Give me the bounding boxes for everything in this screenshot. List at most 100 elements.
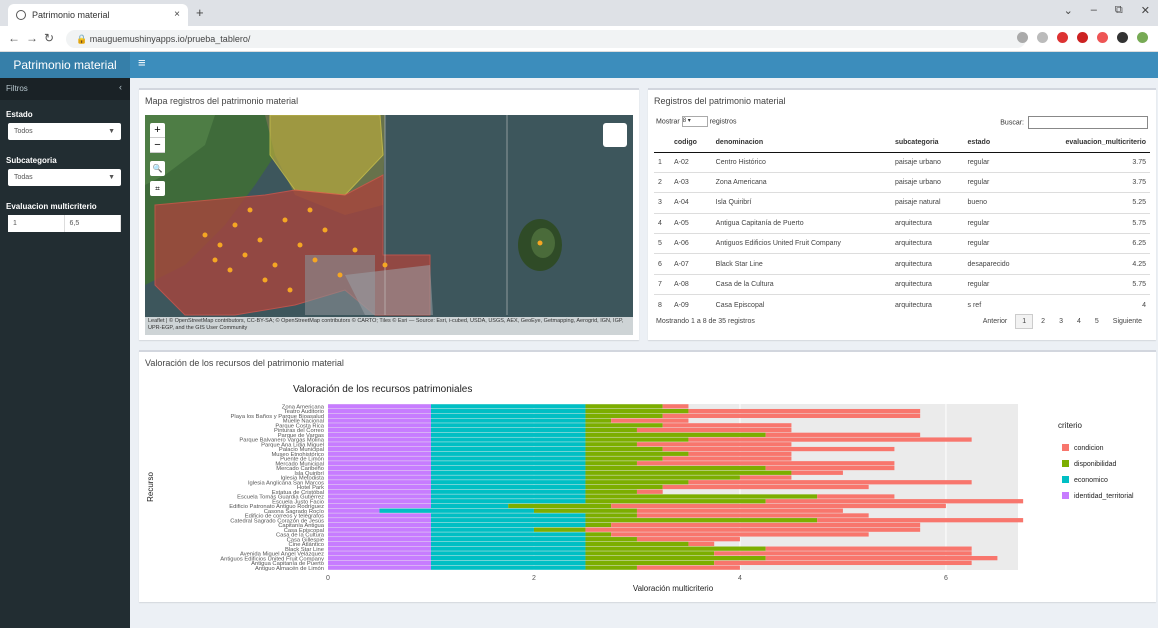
puzzle-icon[interactable] [1117, 32, 1128, 43]
table-row[interactable]: 5 A-06 Antiguos Edificios United Fruit Com… [654, 233, 1150, 254]
close-window-button[interactable]: ✕ [1141, 4, 1150, 17]
back-icon[interactable]: ← [8, 31, 20, 45]
page-button[interactable]: 4 [1071, 315, 1087, 328]
extension-icon[interactable] [1057, 32, 1068, 43]
address-bar: ← → ↻ 🔒 mauguemushinyapps.io/prueba_tabl… [0, 26, 1158, 52]
bar-segment-economico [430, 432, 586, 437]
leaflet-map[interactable]: + − 🔍 ⌗ Leaflet | © OpenStreetMap contri… [145, 115, 633, 335]
evaluacion-max[interactable]: 6,5 [65, 215, 121, 232]
bar-segment-identidad-territorial [328, 461, 431, 466]
bar-segment-disponibilidad [585, 499, 766, 504]
chevron-down-icon: ▼ [108, 174, 115, 181]
sidebar: Filtros ‹ Estado Todos ▼ Subcategoria To… [0, 78, 130, 628]
bar-segment-identidad-territorial [328, 518, 431, 523]
menu-toggle-icon[interactable]: ≡ [138, 55, 146, 70]
estado-select[interactable]: Todos ▼ [8, 123, 121, 140]
evaluacion-range[interactable]: 1 6,5 [8, 215, 121, 232]
sidebar-header[interactable]: Filtros ‹ [0, 78, 130, 100]
page-length-select[interactable]: 8 ▾ [681, 116, 708, 127]
map-attribution: Leaflet | © OpenStreetMap contributors, … [145, 317, 633, 335]
prev-button[interactable]: Anterior [977, 315, 1014, 328]
cell-codigo: A-07 [670, 253, 712, 275]
zoom-out-button[interactable]: − [150, 138, 165, 153]
avatar[interactable] [1137, 32, 1148, 43]
cell-estado: regular [963, 151, 1031, 173]
browser-tab[interactable]: Patrimonio material × [8, 4, 188, 26]
legend-swatch [1062, 444, 1069, 451]
bar-segment-economico [430, 532, 586, 537]
evaluacion-min[interactable]: 1 [8, 215, 65, 232]
cell-subcategoria: paisaje urbano [890, 171, 964, 193]
fullscreen-icon[interactable]: ⌗ [150, 181, 165, 196]
bar-segment-identidad-territorial [328, 537, 431, 542]
col-evaluacion[interactable]: evaluacion_multicriterio [1030, 134, 1150, 153]
cell-codigo: A-03 [670, 171, 712, 193]
next-button[interactable]: Siguiente [1107, 315, 1148, 328]
estado-value: Todos [14, 128, 33, 135]
search-label: Buscar: [1000, 119, 1024, 127]
url-field[interactable]: 🔒 mauguemushinyapps.io/prueba_tablero/ [66, 30, 1026, 48]
bar-segment-identidad-territorial [328, 475, 431, 480]
cell-index: 8 [654, 294, 671, 316]
chart-box-title: Valoración de los recursos del patrimoni… [145, 358, 344, 368]
cell-subcategoria: paisaje urbano [890, 151, 964, 173]
table-row[interactable]: 7 A-08 Casa de la Cultura arquitectura regul… [654, 273, 1150, 295]
app-title[interactable]: Patrimonio material [0, 52, 130, 78]
legend-label: condicion [1074, 445, 1104, 452]
cell-estado: regular [963, 273, 1031, 295]
tab-search-icon[interactable]: ⌄ [1064, 4, 1073, 17]
zoom-icon[interactable] [1017, 32, 1028, 43]
bar-segment-condicion [714, 551, 972, 556]
extension-icon[interactable] [1077, 32, 1088, 43]
table-row[interactable]: 2 A-03 Zona Americana paisaje urbano regular… [654, 171, 1150, 193]
col-index[interactable] [654, 134, 671, 153]
restore-button[interactable]: ⧉ [1115, 4, 1123, 17]
cell-estado: desaparecido [963, 253, 1031, 275]
bar-segment-identidad-territorial [328, 480, 431, 485]
bar-segment-identidad-territorial [328, 423, 431, 428]
chart-box: Valoración de los recursos del patrimoni… [139, 350, 1156, 602]
bar-segment-disponibilidad [585, 565, 637, 570]
bar-segment-disponibilidad [585, 522, 612, 528]
search-input[interactable] [1028, 116, 1148, 129]
chevron-left-icon[interactable]: ‹ [119, 82, 122, 92]
cell-codigo: A-04 [670, 192, 712, 214]
bar-segment-economico [430, 418, 586, 423]
subcategoria-select[interactable]: Todas ▼ [8, 169, 121, 186]
page-button[interactable]: 1 [1015, 314, 1034, 329]
table-row[interactable]: 1 A-02 Centro Histórico paisaje urbano regul… [654, 151, 1150, 173]
bar-segment-disponibilidad [585, 556, 766, 561]
x-axis-label: Valoración multicriterio [633, 584, 714, 593]
bar-segment-identidad-territorial [328, 418, 431, 423]
bar-segment-disponibilidad [585, 465, 766, 471]
bar-segment-disponibilidad [508, 503, 612, 509]
bar-segment-identidad-territorial [328, 432, 431, 437]
table-row[interactable]: 8 A-09 Casa Episcopal arquitectura s ref 4 [654, 294, 1150, 316]
page-button[interactable]: 5 [1089, 315, 1105, 328]
col-estado[interactable]: estado [963, 134, 1031, 153]
x-tick-label: 6 [944, 575, 948, 582]
reload-icon[interactable]: ↻ [44, 31, 54, 45]
zoom-in-button[interactable]: + [150, 123, 165, 138]
page-button[interactable]: 3 [1053, 315, 1069, 328]
new-tab-button[interactable]: + [196, 5, 204, 20]
table-row[interactable]: 6 A-07 Black Star Line arquitectura desapare… [654, 253, 1150, 275]
forward-icon[interactable]: → [26, 31, 38, 45]
col-denominacion[interactable]: denominacion [711, 134, 891, 153]
star-icon[interactable] [1037, 32, 1048, 43]
table-row[interactable]: 3 A-04 Isla Quiribrí paisaje natural bueno 5.… [654, 192, 1150, 214]
cell-evaluacion: 5.25 [1030, 192, 1150, 214]
map-search-icon[interactable]: 🔍 [150, 161, 165, 176]
minimize-button[interactable]: – [1091, 4, 1097, 17]
bar-segment-condicion [636, 489, 663, 494]
page-button[interactable]: 2 [1035, 315, 1051, 328]
bar-segment-disponibilidad [585, 489, 637, 494]
table-row[interactable]: 4 A-05 Antigua Capitanía de Puerto arquitec… [654, 212, 1150, 234]
extension-icon[interactable] [1097, 32, 1108, 43]
layers-icon[interactable] [603, 123, 627, 147]
bar-segment-condicion [636, 537, 740, 542]
col-subcategoria[interactable]: subcategoria [890, 134, 964, 153]
bar-segment-economico [430, 537, 586, 542]
col-codigo[interactable]: codigo [670, 134, 712, 153]
close-tab-icon[interactable]: × [174, 9, 180, 20]
